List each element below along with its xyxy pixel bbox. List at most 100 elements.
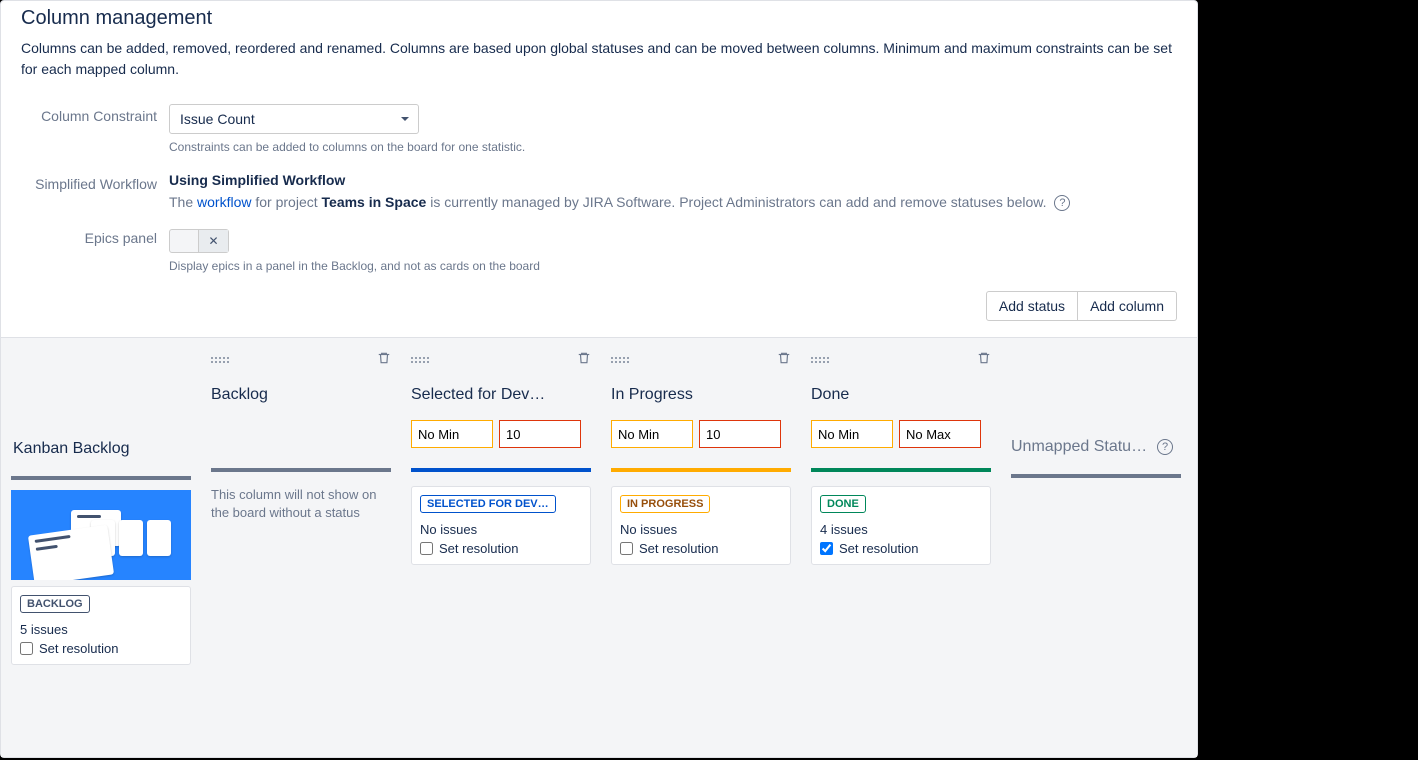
board-column: Backlog This column will not show on the …: [201, 338, 401, 575]
workflow-link[interactable]: workflow: [197, 194, 251, 210]
unmapped-statuses-column: Unmapped Statu… ?: [1001, 338, 1191, 488]
kanban-backlog-divider: [11, 476, 191, 480]
issues-count: 4 issues: [820, 522, 982, 537]
page-title: Column management: [21, 7, 1177, 30]
kanban-backlog-status-card[interactable]: BACKLOG 5 issues Set resolution: [11, 586, 191, 665]
workflow-text-pre: The: [169, 194, 197, 210]
simplified-workflow-row: Simplified Workflow Using Simplified Wor…: [21, 172, 1177, 211]
column-divider: [411, 468, 591, 472]
workflow-project: Teams in Space: [322, 194, 427, 210]
status-badge: IN PROGRESS: [620, 495, 710, 513]
epics-toggle[interactable]: ✕: [169, 229, 229, 253]
set-resolution-checkbox[interactable]: [620, 542, 633, 555]
drag-handle-icon[interactable]: [211, 357, 229, 363]
kanban-backlog-column: Kanban Backlog BACKLOG 5 issues Set reso…: [1, 338, 201, 675]
column-constraint-select-wrap: Issue Count: [169, 104, 419, 134]
column-max-input[interactable]: [699, 420, 781, 448]
set-resolution-checkbox[interactable]: [420, 542, 433, 555]
set-resolution-row: Set resolution: [20, 641, 182, 656]
column-divider: [811, 468, 991, 472]
trash-icon[interactable]: [977, 351, 991, 370]
board-column: Selected for Dev… SELECTED FOR DEV… No iss…: [401, 338, 601, 575]
column-divider: [211, 468, 391, 472]
workflow-text: The workflow for project Teams in Space …: [169, 194, 1177, 211]
board-column: In Progress IN PROGRESS No issues Set resol…: [601, 338, 801, 575]
column-max-input[interactable]: [499, 420, 581, 448]
trash-icon[interactable]: [777, 351, 791, 370]
column-min-input[interactable]: [411, 420, 493, 448]
simplified-workflow-value: Using Simplified Workflow The workflow f…: [169, 172, 1177, 211]
help-icon[interactable]: ?: [1157, 439, 1173, 455]
set-resolution-label: Set resolution: [439, 541, 519, 556]
set-resolution-row: Set resolution: [820, 541, 982, 556]
column-constraint-label: Column Constraint: [21, 104, 169, 154]
board-column: Done DONE 4 issues Set resolution: [801, 338, 1001, 575]
column-min-input[interactable]: [611, 420, 693, 448]
column-top: [411, 352, 591, 368]
close-icon: ✕: [198, 230, 228, 252]
column-top: [811, 352, 991, 368]
status-badge: DONE: [820, 495, 866, 513]
column-title[interactable]: Backlog: [211, 386, 391, 404]
unmapped-title-text: Unmapped Statu…: [1011, 438, 1147, 456]
columns-area: Kanban Backlog BACKLOG 5 issues Set reso…: [1, 337, 1197, 757]
status-card[interactable]: IN PROGRESS No issues Set resolution: [611, 486, 791, 565]
trash-icon[interactable]: [577, 351, 591, 370]
epics-panel-label: Epics panel: [21, 229, 169, 273]
drag-handle-icon[interactable]: [811, 357, 829, 363]
drag-handle-icon[interactable]: [611, 357, 629, 363]
trash-icon[interactable]: [377, 351, 391, 370]
help-icon[interactable]: ?: [1054, 195, 1070, 211]
status-badge: SELECTED FOR DEV…: [420, 495, 556, 513]
set-resolution-row: Set resolution: [420, 541, 582, 556]
epics-panel-hint: Display epics in a panel in the Backlog,…: [169, 259, 1177, 273]
unmapped-title: Unmapped Statu… ?: [1011, 438, 1181, 456]
kanban-backlog-title: Kanban Backlog: [11, 440, 191, 458]
workflow-using-text: Using Simplified Workflow: [169, 172, 1177, 188]
column-management-panel: Column management Columns can be added, …: [0, 0, 1198, 758]
minmax-spacer: [211, 420, 391, 468]
set-resolution-checkbox[interactable]: [820, 542, 833, 555]
epics-panel-row: Epics panel ✕ Display epics in a panel i…: [21, 229, 1177, 273]
column-title[interactable]: In Progress: [611, 386, 791, 404]
simplified-workflow-label: Simplified Workflow: [21, 172, 169, 211]
action-buttons: Add status Add column: [21, 291, 1177, 321]
set-resolution-label: Set resolution: [39, 641, 119, 656]
set-resolution-checkbox[interactable]: [20, 642, 33, 655]
column-constraint-hint: Constraints can be added to columns on t…: [169, 140, 1177, 154]
drag-handle-icon[interactable]: [411, 357, 429, 363]
minmax-row: [811, 420, 991, 448]
column-top: [611, 352, 791, 368]
status-badge: BACKLOG: [20, 595, 90, 613]
page-description: Columns can be added, removed, reordered…: [21, 38, 1177, 80]
workflow-text-post: is currently managed by JIRA Software. P…: [426, 194, 1046, 210]
minmax-row: [611, 420, 791, 448]
column-divider: [611, 468, 791, 472]
content-top: Column management Columns can be added, …: [1, 1, 1197, 337]
issues-count: No issues: [420, 522, 582, 537]
kanban-illustration: [11, 490, 191, 580]
columns-holder: Backlog This column will not show on the …: [201, 338, 1001, 575]
set-resolution-label: Set resolution: [639, 541, 719, 556]
column-note: This column will not show on the board w…: [211, 486, 391, 522]
status-card[interactable]: DONE 4 issues Set resolution: [811, 486, 991, 565]
minmax-row: [411, 420, 591, 448]
issues-count: No issues: [620, 522, 782, 537]
set-resolution-row: Set resolution: [620, 541, 782, 556]
add-column-button[interactable]: Add column: [1078, 291, 1177, 321]
add-status-button[interactable]: Add status: [986, 291, 1078, 321]
unmapped-divider: [1011, 474, 1181, 478]
column-constraint-value: Issue Count Constraints can be added to …: [169, 104, 1177, 154]
epics-panel-value: ✕ Display epics in a panel in the Backlo…: [169, 229, 1177, 273]
column-constraint-select[interactable]: Issue Count: [169, 104, 419, 134]
status-card[interactable]: SELECTED FOR DEV… No issues Set resolution: [411, 486, 591, 565]
column-min-input[interactable]: [811, 420, 893, 448]
column-title[interactable]: Done: [811, 386, 991, 404]
set-resolution-label: Set resolution: [839, 541, 919, 556]
column-max-input[interactable]: [899, 420, 981, 448]
column-title[interactable]: Selected for Dev…: [411, 386, 591, 404]
column-constraint-row: Column Constraint Issue Count Constraint…: [21, 104, 1177, 154]
workflow-text-mid: for project: [251, 194, 321, 210]
column-top: [211, 352, 391, 368]
issues-count: 5 issues: [20, 622, 182, 637]
